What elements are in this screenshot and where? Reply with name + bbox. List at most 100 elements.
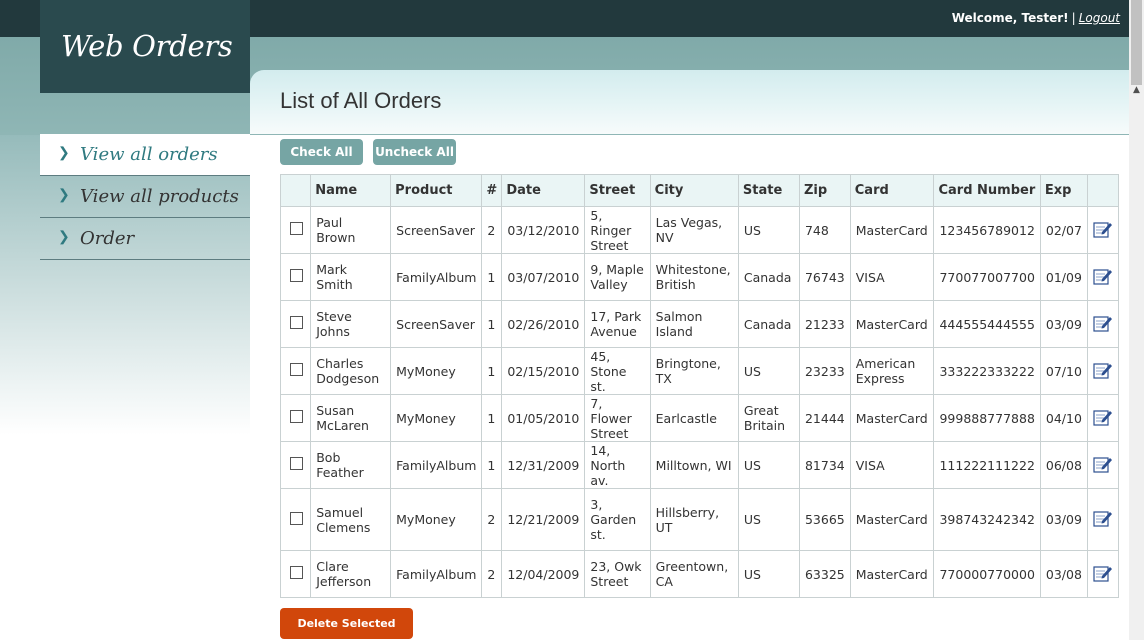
uncheck-all-button[interactable]: Uncheck All (373, 139, 456, 165)
column-header: Exp (1039, 174, 1088, 207)
scroll-up-arrow-icon[interactable]: ▲ (1129, 83, 1144, 98)
row-edit-cell (1086, 550, 1120, 598)
edit-icon[interactable] (1093, 314, 1113, 335)
row-checkbox[interactable] (290, 269, 303, 282)
cell-product: FamilyAlbum (390, 441, 483, 489)
sidebar-nav: ❯ View all orders ❯ View all products ❯ … (40, 134, 250, 260)
cell-street: 14, North av. (584, 441, 651, 489)
cell-street: 23, Owk Street (584, 550, 651, 598)
row-checkbox[interactable] (290, 566, 303, 579)
cell-card-number: 398743242342 (933, 488, 1041, 551)
sidebar-item-order[interactable]: ❯ Order (40, 218, 250, 260)
cell-zip: 748 (798, 206, 851, 254)
cell-city: Greentown, CA (649, 550, 739, 598)
column-header: Zip (798, 174, 851, 207)
cell-product: MyMoney (390, 488, 483, 551)
row-checkbox[interactable] (290, 222, 303, 235)
sidebar-item-view-all-products[interactable]: ❯ View all products (40, 176, 250, 218)
cell-name: Charles Dodgeson (310, 347, 392, 395)
cell-product: FamilyAlbum (390, 550, 483, 598)
row-edit-cell (1086, 488, 1120, 551)
row-checkbox[interactable] (290, 457, 303, 470)
row-checkbox[interactable] (290, 511, 303, 525)
sidebar-item-label: Order (80, 228, 135, 249)
table-row: Clare Jefferson FamilyAlbum 2 12/04/2009 23,… (279, 550, 1120, 598)
sidebar-item-view-all-orders[interactable]: ❯ View all orders (40, 134, 250, 176)
cell-street: 9, Maple Valley (584, 253, 651, 301)
cell-date: 01/05/2010 (501, 394, 586, 442)
cell-product: ScreenSaver (390, 300, 483, 348)
cell-zip: 21233 (798, 300, 851, 348)
cell-state: US (737, 347, 800, 395)
logo: Web Orders (40, 0, 250, 93)
welcome-separator: | (1071, 11, 1076, 25)
cell-card: VISA (849, 441, 935, 489)
orders-table-body: Paul Brown ScreenSaver 2 03/12/2010 5, Ringe… (279, 206, 1120, 598)
cell-card: MasterCard (849, 206, 935, 254)
delete-selected-button[interactable]: Delete Selected (280, 608, 413, 639)
cell-exp: 02/07 (1039, 206, 1088, 254)
cell-exp: 07/10 (1039, 347, 1088, 395)
cell-product: FamilyAlbum (390, 253, 483, 301)
cell-state: US (737, 488, 800, 551)
table-row: Samuel Clemens MyMoney 2 12/21/2009 3, Garde… (279, 488, 1120, 551)
sidebar-item-label: View all products (80, 186, 239, 207)
row-select-cell (279, 550, 312, 598)
cell-city: Bringtone, TX (649, 347, 739, 395)
cell-card-number: 999888777888 (933, 394, 1041, 442)
column-header: Street (584, 174, 651, 207)
cell-date: 12/31/2009 (501, 441, 586, 489)
column-header: City (649, 174, 739, 207)
welcome-text: Welcome, Tester! (951, 11, 1069, 25)
cell-street: 7, Flower Street (584, 394, 651, 442)
logout-link[interactable]: Logout (1079, 11, 1120, 25)
table-row: Charles Dodgeson MyMoney 1 02/15/2010 45, St… (279, 347, 1120, 395)
edit-icon[interactable] (1093, 509, 1113, 530)
table-row: Bob Feather FamilyAlbum 1 12/31/2009 14, Nor… (279, 441, 1120, 489)
row-edit-cell (1086, 394, 1120, 442)
row-checkbox[interactable] (290, 316, 303, 329)
cell-state: US (737, 441, 800, 489)
cell-exp: 04/10 (1039, 394, 1088, 442)
edit-icon[interactable] (1093, 408, 1113, 429)
cell-city: Hillsberry, UT (649, 488, 739, 551)
cell-street: 5, Ringer Street (584, 206, 651, 254)
orders-table: Name Product # Date Street City State Zi… (279, 174, 1120, 598)
table-row: Mark Smith FamilyAlbum 1 03/07/2010 9, Maple… (279, 253, 1120, 301)
cell-city: Earlcastle (649, 394, 739, 442)
cell-product: MyMoney (390, 347, 483, 395)
sidebar-item-label: View all orders (80, 144, 218, 165)
edit-icon[interactable] (1093, 220, 1113, 241)
cell-card: MasterCard (849, 488, 935, 551)
vertical-scrollbar[interactable]: ▲ (1129, 0, 1144, 640)
cell-quantity: 2 (481, 488, 503, 551)
cell-card-number: 770000770000 (933, 550, 1041, 598)
cell-date: 03/07/2010 (501, 253, 586, 301)
cell-quantity: 1 (481, 441, 503, 489)
cell-exp: 03/09 (1039, 488, 1088, 551)
edit-icon[interactable] (1093, 267, 1113, 288)
table-row: Steve Johns ScreenSaver 1 02/26/2010 17, Par… (279, 300, 1120, 348)
row-edit-cell (1086, 300, 1120, 348)
row-edit-cell (1086, 206, 1120, 254)
cell-exp: 03/09 (1039, 300, 1088, 348)
cell-card-number: 111222111222 (933, 441, 1041, 489)
row-edit-cell (1086, 253, 1120, 301)
edit-icon[interactable] (1093, 361, 1113, 382)
cell-street: 45, Stone st. (584, 347, 651, 395)
check-all-button[interactable]: Check All (280, 139, 363, 165)
edit-icon[interactable] (1093, 455, 1113, 476)
row-checkbox[interactable] (290, 410, 303, 423)
cell-quantity: 1 (481, 253, 503, 301)
row-checkbox[interactable] (290, 363, 303, 376)
row-edit-cell (1086, 347, 1120, 395)
row-select-cell (279, 394, 312, 442)
scrollbar-thumb[interactable] (1131, 0, 1142, 85)
table-row: Paul Brown ScreenSaver 2 03/12/2010 5, Ringe… (279, 206, 1120, 254)
cell-card-number: 444555444555 (933, 300, 1041, 348)
cell-zip: 21444 (798, 394, 851, 442)
cell-exp: 03/08 (1039, 550, 1088, 598)
cell-date: 12/21/2009 (501, 488, 586, 551)
edit-icon[interactable] (1093, 564, 1113, 585)
chevron-right-icon: ❯ (58, 229, 70, 245)
